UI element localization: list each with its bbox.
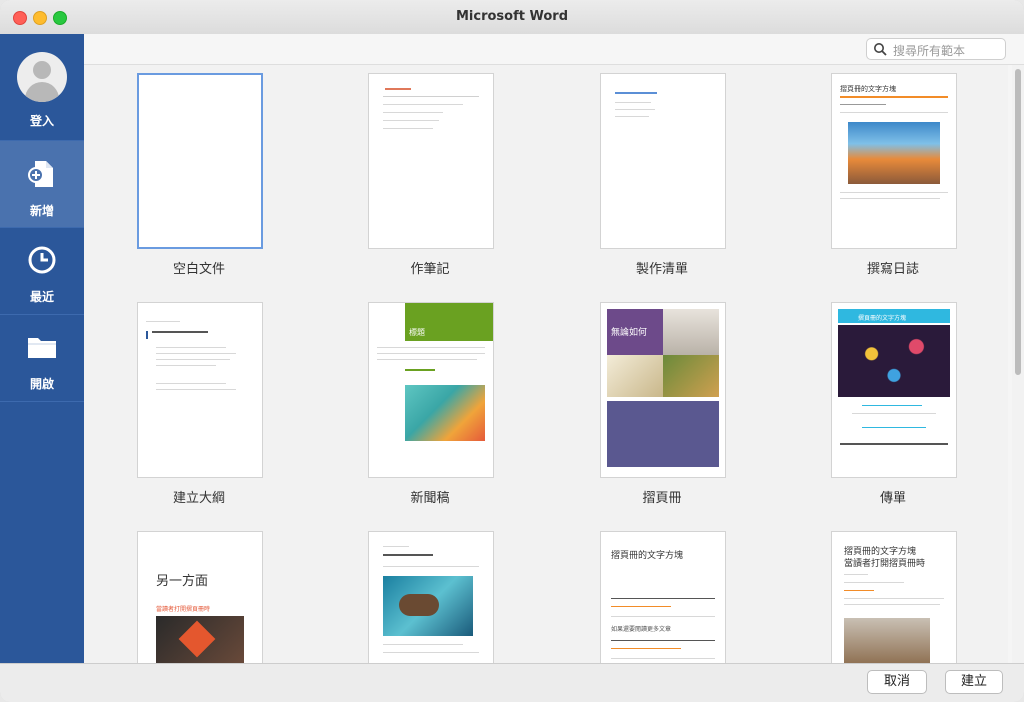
sidebar-item-label: 新增 xyxy=(29,204,54,218)
template-thumbnail-photo-doc[interactable] xyxy=(368,531,494,663)
template-thumbnail-journal[interactable]: 摺頁冊的文字方塊 xyxy=(831,73,957,249)
gallery-scrollbar[interactable] xyxy=(1012,65,1024,663)
sidebar-item-label: 登入 xyxy=(29,114,54,128)
template-thumbnail-brochure-photo[interactable]: 摺頁冊的文字方塊 當讀者打開摺頁冊時 xyxy=(831,531,957,663)
template-thumbnail-list[interactable] xyxy=(600,73,726,249)
template-label[interactable]: 空白文件 xyxy=(109,258,289,277)
template-thumbnail-brochure[interactable]: 無論如何 xyxy=(600,302,726,478)
template-thumbnail-aside[interactable]: 另一方面 當讀者打開摺頁冊時 xyxy=(137,531,263,663)
template-label[interactable]: 新聞稿 xyxy=(340,487,520,506)
sidebar: 登入 新增 最近 開啟 xyxy=(0,34,84,664)
window-title: Microsoft Word xyxy=(455,9,569,24)
new-document-icon xyxy=(28,159,56,193)
template-thumbnail-newsletter[interactable]: 標題 xyxy=(368,302,494,478)
template-label[interactable]: 作筆記 xyxy=(340,258,520,277)
search-icon xyxy=(874,43,887,56)
thumb-title: 摺頁冊的文字方塊 xyxy=(611,551,684,561)
sidebar-item-recent[interactable]: 最近 xyxy=(0,228,84,314)
sidebar-divider xyxy=(0,401,84,402)
template-label[interactable]: 傳單 xyxy=(803,487,983,506)
template-label[interactable]: 建立大綱 xyxy=(109,487,289,506)
thumb-title: 摺頁冊的文字方塊 xyxy=(840,85,896,93)
search-placeholder: 搜尋所有範本 xyxy=(893,44,966,58)
create-button[interactable]: 建立 xyxy=(945,670,1003,694)
clock-icon xyxy=(27,245,57,279)
app-window: Microsoft Word 登入 新增 最近 開啟 搜尋所有範本 空白文件 作… xyxy=(0,0,1024,702)
thumb-subtitle: 當讀者打開摺頁冊時 xyxy=(844,559,926,569)
template-thumbnail-flyer[interactable]: 摺頁冊的文字方塊 xyxy=(831,302,957,478)
template-thumbnail-blank[interactable] xyxy=(137,73,263,249)
template-label[interactable]: 摺頁冊 xyxy=(572,487,752,506)
account-avatar-icon xyxy=(17,52,67,102)
scrollbar-thumb[interactable] xyxy=(1015,69,1021,375)
folder-icon xyxy=(26,334,58,364)
template-search[interactable]: 搜尋所有範本 xyxy=(866,38,1006,60)
thumb-title: 標題 xyxy=(409,328,425,337)
thumb-title: 另一方面 xyxy=(156,574,209,589)
template-thumbnail-outline[interactable] xyxy=(137,302,263,478)
title-bar: Microsoft Word xyxy=(0,0,1024,35)
sidebar-item-label: 開啟 xyxy=(29,377,54,391)
template-label[interactable]: 撰寫日誌 xyxy=(803,258,983,277)
template-thumbnail-brochure-text[interactable]: 摺頁冊的文字方塊 如果還要閱讀更多文章 xyxy=(600,531,726,663)
template-label[interactable]: 製作清單 xyxy=(572,258,752,277)
template-gallery: 空白文件 作筆記 製作清單 摺頁冊的文字方塊 撰寫日誌 建立大綱 標題 新聞稿 … xyxy=(84,65,1008,663)
sidebar-item-new[interactable]: 新增 xyxy=(0,141,84,227)
template-thumbnail-notes[interactable] xyxy=(368,73,494,249)
thumb-title: 無論如何 xyxy=(611,328,648,338)
sidebar-item-sign-in[interactable]: 登入 xyxy=(0,34,84,140)
thumb-subtitle: 當讀者打開摺頁冊時 xyxy=(156,606,211,613)
sidebar-item-label: 最近 xyxy=(29,290,54,304)
thumb-title: 摺頁冊的文字方塊 xyxy=(858,315,907,322)
cancel-button[interactable]: 取消 xyxy=(867,670,927,694)
sidebar-item-open[interactable]: 開啟 xyxy=(0,315,84,401)
thumb-subtitle: 如果還要閱讀更多文章 xyxy=(611,626,672,633)
